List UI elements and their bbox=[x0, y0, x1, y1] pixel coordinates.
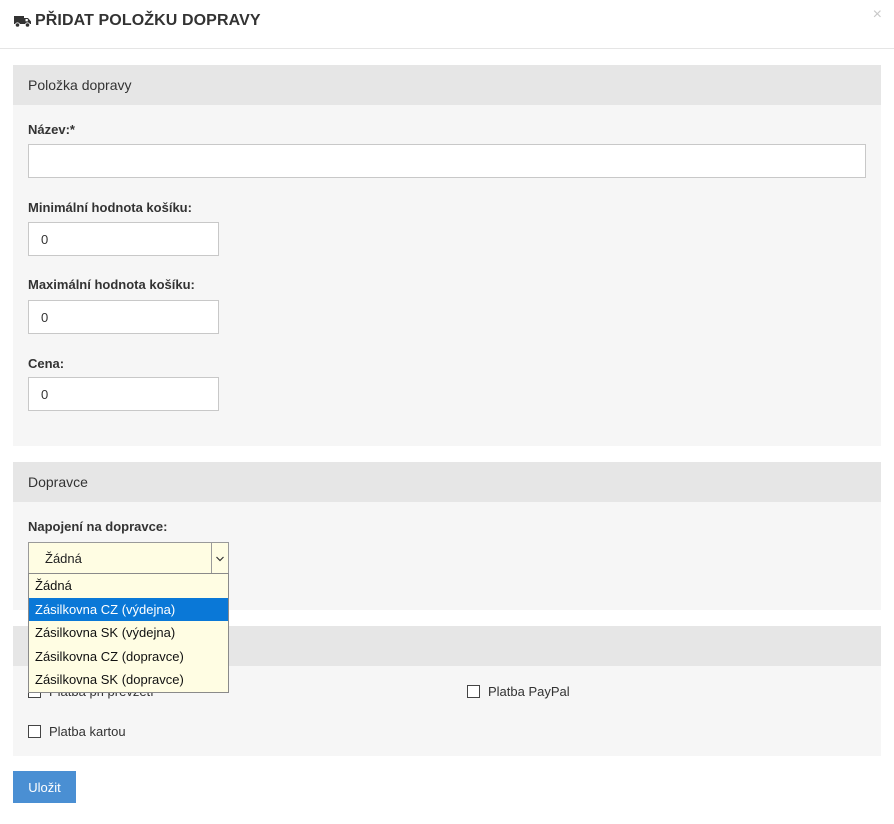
max-cart-input[interactable]: 0 bbox=[28, 300, 219, 334]
dropdown-option[interactable]: Zásilkovna CZ (dopravce) bbox=[29, 645, 228, 669]
close-icon[interactable]: × bbox=[873, 5, 882, 25]
truck-icon bbox=[14, 14, 31, 28]
payment-card-label: Platba kartou bbox=[49, 724, 126, 739]
price-input[interactable]: 0 bbox=[28, 377, 219, 411]
min-cart-input[interactable]: 0 bbox=[28, 222, 219, 256]
modal-title: PŘIDAT POLOŽKU DOPRAVY bbox=[14, 12, 261, 30]
carrier-connection-select[interactable]: Žádná bbox=[28, 542, 229, 575]
payment-paypal-label: Platba PayPal bbox=[488, 684, 570, 699]
min-cart-label: Minimální hodnota košíku: bbox=[28, 200, 192, 215]
max-cart-label: Maximální hodnota košíku: bbox=[28, 277, 195, 292]
chevron-down-icon[interactable] bbox=[211, 543, 228, 574]
carrier-dropdown-list: Žádná Zásilkovna CZ (výdejna) Zásilkovna… bbox=[28, 573, 229, 693]
checkbox[interactable] bbox=[467, 685, 480, 698]
name-label: Název:* bbox=[28, 122, 75, 137]
section-heading: Dopravce bbox=[13, 462, 881, 502]
payment-paypal-option[interactable]: Platba PayPal bbox=[467, 684, 570, 699]
checkbox[interactable] bbox=[28, 725, 41, 738]
modal-title-text: PŘIDAT POLOŽKU DOPRAVY bbox=[35, 12, 261, 29]
name-input[interactable] bbox=[28, 144, 866, 178]
dropdown-option-highlighted[interactable]: Zásilkovna CZ (výdejna) bbox=[29, 597, 228, 622]
section-shipping-item: Položka dopravy Název:* Minimální hodnot… bbox=[13, 65, 881, 446]
modal-header: PŘIDAT POLOŽKU DOPRAVY × bbox=[0, 0, 894, 49]
payment-card-option[interactable]: Platba kartou bbox=[28, 724, 126, 739]
save-button[interactable]: Uložit bbox=[13, 771, 76, 803]
dropdown-option[interactable]: Zásilkovna SK (dopravce) bbox=[29, 668, 228, 692]
dropdown-option[interactable]: Žádná bbox=[29, 574, 228, 598]
price-label: Cena: bbox=[28, 356, 65, 371]
carrier-connection-label: Napojení na dopravce: bbox=[28, 519, 168, 534]
section-heading: Položka dopravy bbox=[13, 65, 881, 105]
carrier-connection-value: Žádná bbox=[45, 551, 82, 566]
dropdown-option[interactable]: Zásilkovna SK (výdejna) bbox=[29, 621, 228, 645]
